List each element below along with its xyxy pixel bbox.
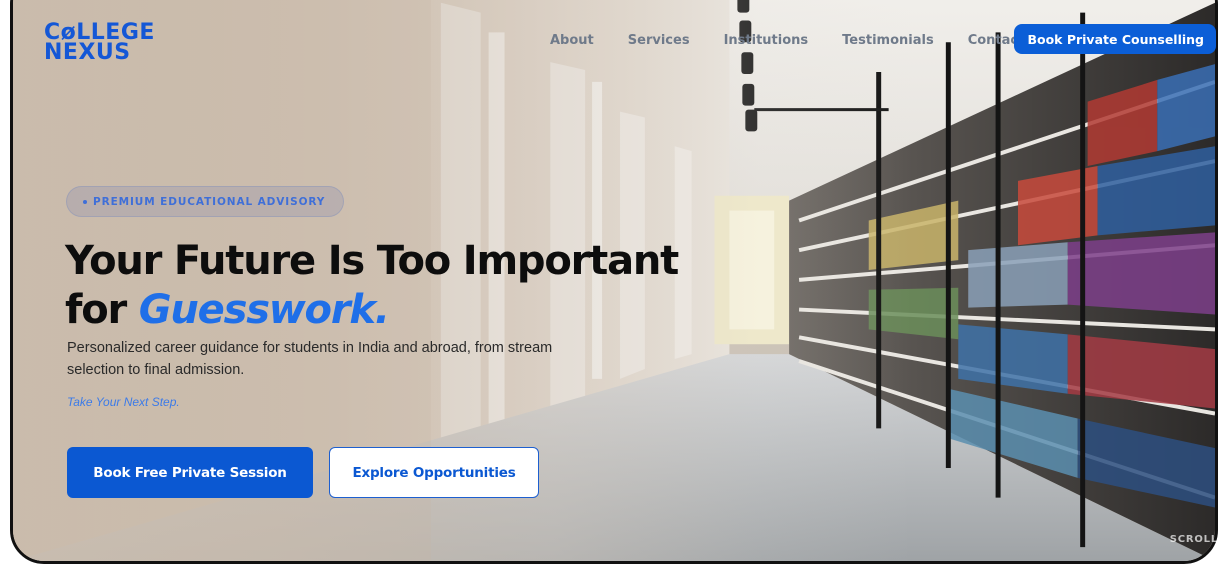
headline-accent-word: Guesswork. [138, 287, 390, 333]
nav-link-institutions[interactable]: Institutions [724, 33, 809, 48]
dot-icon [83, 199, 87, 204]
headline-line-2-prefix: for [65, 287, 139, 333]
nav-link-about[interactable]: About [550, 33, 594, 48]
nav-link-testimonials[interactable]: Testimonials [842, 33, 934, 48]
hero-tagline-link[interactable]: Take Your Next Step. [67, 395, 180, 409]
hero-subtext: Personalized career guidance for student… [67, 340, 553, 378]
scroll-indicator[interactable]: SCROLL [1170, 534, 1218, 545]
site-logo[interactable]: CøLLEGE NEXUS [44, 22, 155, 64]
nav-link-services[interactable]: Services [628, 33, 690, 48]
hero-badge-label: PREMIUM EDUCATIONAL ADVISORY [93, 195, 326, 208]
explore-opportunities-button[interactable]: Explore Opportunities [329, 447, 539, 498]
logo-line-2: NEXUS [44, 40, 131, 65]
book-free-session-button[interactable]: Book Free Private Session [67, 447, 313, 498]
hero-badge: PREMIUM EDUCATIONAL ADVISORY [66, 186, 345, 217]
main-nav: About Services Institutions Testimonials… [550, 33, 1058, 48]
headline-line-1: Your Future Is Too Important [65, 238, 679, 284]
book-counselling-button[interactable]: Book Private Counselling [1014, 24, 1216, 54]
hero-headline: Your Future Is Too Important for Guesswo… [65, 237, 679, 335]
